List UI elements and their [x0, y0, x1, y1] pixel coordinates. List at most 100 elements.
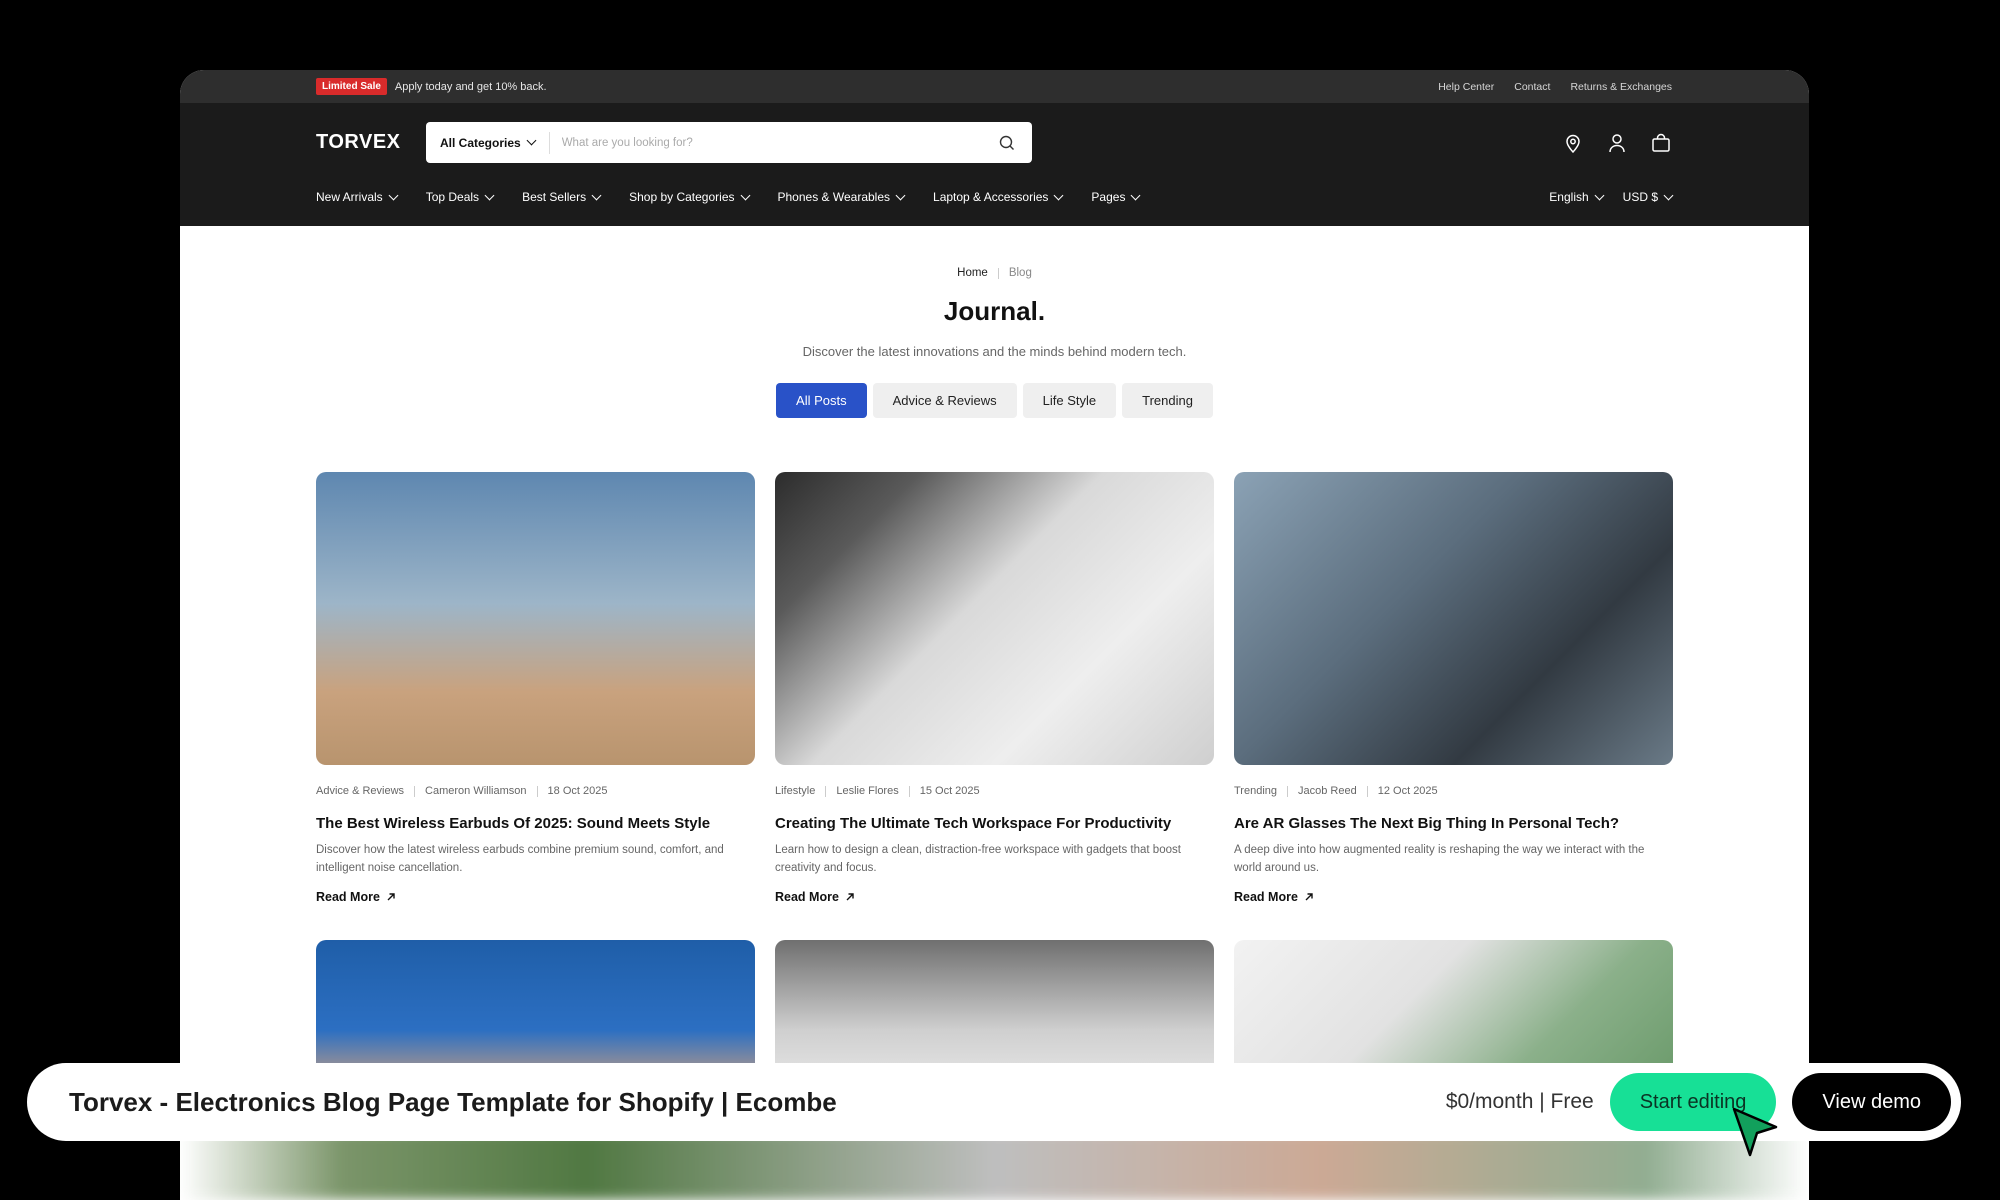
post-image[interactable] — [775, 472, 1214, 765]
post-title[interactable]: The Best Wireless Earbuds Of 2025: Sound… — [316, 815, 755, 832]
nav-label: Shop by Categories — [629, 190, 735, 204]
nav-phones-wearables[interactable]: Phones & Wearables — [777, 190, 906, 204]
chevron-down-icon — [895, 190, 906, 200]
post-category[interactable]: Trending — [1234, 785, 1277, 797]
post-author: Cameron Williamson — [425, 785, 527, 797]
breadcrumb-home[interactable]: Home — [957, 267, 988, 279]
nav-label: Pages — [1091, 190, 1126, 204]
page-title: Journal. — [943, 296, 1046, 326]
nav-label: Best Sellers — [522, 190, 587, 204]
post-date: 18 Oct 2025 — [547, 785, 608, 797]
meta-separator — [908, 785, 910, 797]
arrow-up-right-icon — [846, 893, 854, 901]
post-excerpt: Learn how to design a clean, distraction… — [775, 844, 1181, 874]
search-bar: All Categories — [426, 122, 1032, 163]
read-more-label: Read More — [316, 890, 380, 904]
promo-text: Apply today and get 10% back. — [394, 80, 547, 93]
logo[interactable]: TORVEX — [316, 131, 426, 154]
chevron-down-icon — [740, 190, 750, 200]
nav-top-deals[interactable]: Top Deals — [425, 190, 495, 204]
breadcrumb-separator — [997, 267, 999, 279]
read-more-link[interactable]: Read More — [775, 890, 1214, 904]
breadcrumb-current: Blog — [1008, 267, 1032, 279]
post-excerpt: A deep dive into how augmented reality i… — [1234, 844, 1645, 874]
location-icon[interactable] — [1562, 132, 1584, 154]
chevron-down-icon — [1053, 190, 1064, 200]
chevron-down-icon — [1131, 190, 1141, 200]
language-label: English — [1549, 190, 1589, 204]
nav-laptop-accessories[interactable]: Laptop & Accessories — [933, 190, 1064, 204]
post-date: 12 Oct 2025 — [1377, 785, 1438, 797]
post-meta: Advice & Reviews Cameron Williamson 18 O… — [316, 785, 755, 797]
site-header: TORVEX All Categories What are you looki… — [180, 103, 1809, 226]
currency-select[interactable]: USD $ — [1622, 190, 1674, 204]
filter-trending[interactable]: Trending — [1122, 383, 1213, 418]
template-price: $0/month | Free — [1445, 1090, 1594, 1113]
chevron-down-icon — [591, 190, 602, 200]
contact-link[interactable]: Contact — [1514, 81, 1550, 93]
filter-life-style[interactable]: Life Style — [1022, 383, 1117, 418]
nav-shop-by-categories[interactable]: Shop by Categories — [629, 190, 750, 204]
post-card[interactable]: Trending Jacob Reed 12 Oct 2025 Are AR G… — [1234, 472, 1673, 904]
post-card[interactable]: Lifestyle Leslie Flores 15 Oct 2025 Crea… — [775, 472, 1214, 904]
read-more-label: Read More — [1234, 890, 1298, 904]
nav-best-sellers[interactable]: Best Sellers — [522, 190, 602, 204]
nav-label: Laptop & Accessories — [933, 190, 1049, 204]
post-card[interactable]: Advice & Reviews Cameron Williamson 18 O… — [316, 472, 755, 904]
chevron-down-icon — [1663, 190, 1674, 200]
template-title: Torvex - Electronics Blog Page Template … — [69, 1086, 837, 1117]
post-category[interactable]: Lifestyle — [775, 785, 815, 797]
meta-separator — [1287, 785, 1289, 797]
post-author: Jacob Reed — [1298, 785, 1357, 797]
post-title[interactable]: Are AR Glasses The Next Big Thing In Per… — [1234, 815, 1673, 832]
post-category[interactable]: Advice & Reviews — [316, 785, 404, 797]
filter-tabs: All Posts Advice & Reviews Life Style Tr… — [180, 383, 1809, 418]
post-meta: Lifestyle Leslie Flores 15 Oct 2025 — [775, 785, 1214, 797]
nav-label: New Arrivals — [316, 190, 383, 204]
category-select[interactable]: All Categories — [440, 131, 550, 154]
meta-separator — [414, 785, 416, 797]
meta-separator — [1366, 785, 1368, 797]
help-center-link[interactable]: Help Center — [1438, 81, 1494, 93]
chevron-down-icon — [484, 190, 495, 200]
post-title[interactable]: Creating The Ultimate Tech Workspace For… — [775, 815, 1214, 832]
category-select-label: All Categories — [440, 135, 521, 150]
post-meta: Trending Jacob Reed 12 Oct 2025 — [1234, 785, 1673, 797]
sale-badge: Limited Sale — [316, 78, 387, 95]
post-grid: Advice & Reviews Cameron Williamson 18 O… — [316, 472, 1673, 1090]
read-more-link[interactable]: Read More — [1234, 890, 1673, 904]
read-more-link[interactable]: Read More — [316, 890, 755, 904]
bag-icon[interactable] — [1650, 132, 1672, 154]
meta-separator — [825, 785, 827, 797]
template-bar: Torvex - Electronics Blog Page Template … — [27, 1063, 1961, 1141]
language-select[interactable]: English — [1549, 190, 1605, 204]
nav-label: Phones & Wearables — [777, 190, 891, 204]
search-icon[interactable] — [996, 132, 1018, 154]
breadcrumb: Home Blog — [180, 267, 1809, 279]
user-icon[interactable] — [1606, 132, 1628, 154]
nav-pages[interactable]: Pages — [1091, 190, 1141, 204]
filter-all-posts[interactable]: All Posts — [776, 383, 867, 418]
currency-label: USD $ — [1622, 190, 1658, 204]
search-input[interactable] — [549, 136, 996, 149]
page-subtitle: Discover the latest innovations and the … — [802, 344, 1187, 359]
main-nav: New Arrivals Top Deals Best Sellers Shop… — [316, 190, 1141, 204]
cursor-icon — [1732, 1107, 1778, 1157]
chevron-down-icon — [388, 190, 399, 200]
nav-new-arrivals[interactable]: New Arrivals — [316, 190, 399, 204]
returns-link[interactable]: Returns & Exchanges — [1570, 81, 1672, 93]
meta-separator — [536, 785, 538, 797]
post-excerpt: Discover how the latest wireless earbuds… — [316, 844, 724, 874]
read-more-label: Read More — [775, 890, 839, 904]
browser-frame: Limited Sale Apply today and get 10% bac… — [180, 70, 1809, 1200]
post-image[interactable] — [316, 472, 755, 765]
arrow-up-right-icon — [387, 893, 395, 901]
view-demo-button[interactable]: View demo — [1792, 1073, 1951, 1131]
arrow-up-right-icon — [1305, 893, 1313, 901]
post-date: 15 Oct 2025 — [919, 785, 980, 797]
filter-advice-reviews[interactable]: Advice & Reviews — [872, 383, 1017, 418]
nav-label: Top Deals — [425, 190, 480, 204]
post-author: Leslie Flores — [836, 785, 899, 797]
post-image[interactable] — [1234, 472, 1673, 765]
chevron-down-icon — [526, 135, 537, 146]
